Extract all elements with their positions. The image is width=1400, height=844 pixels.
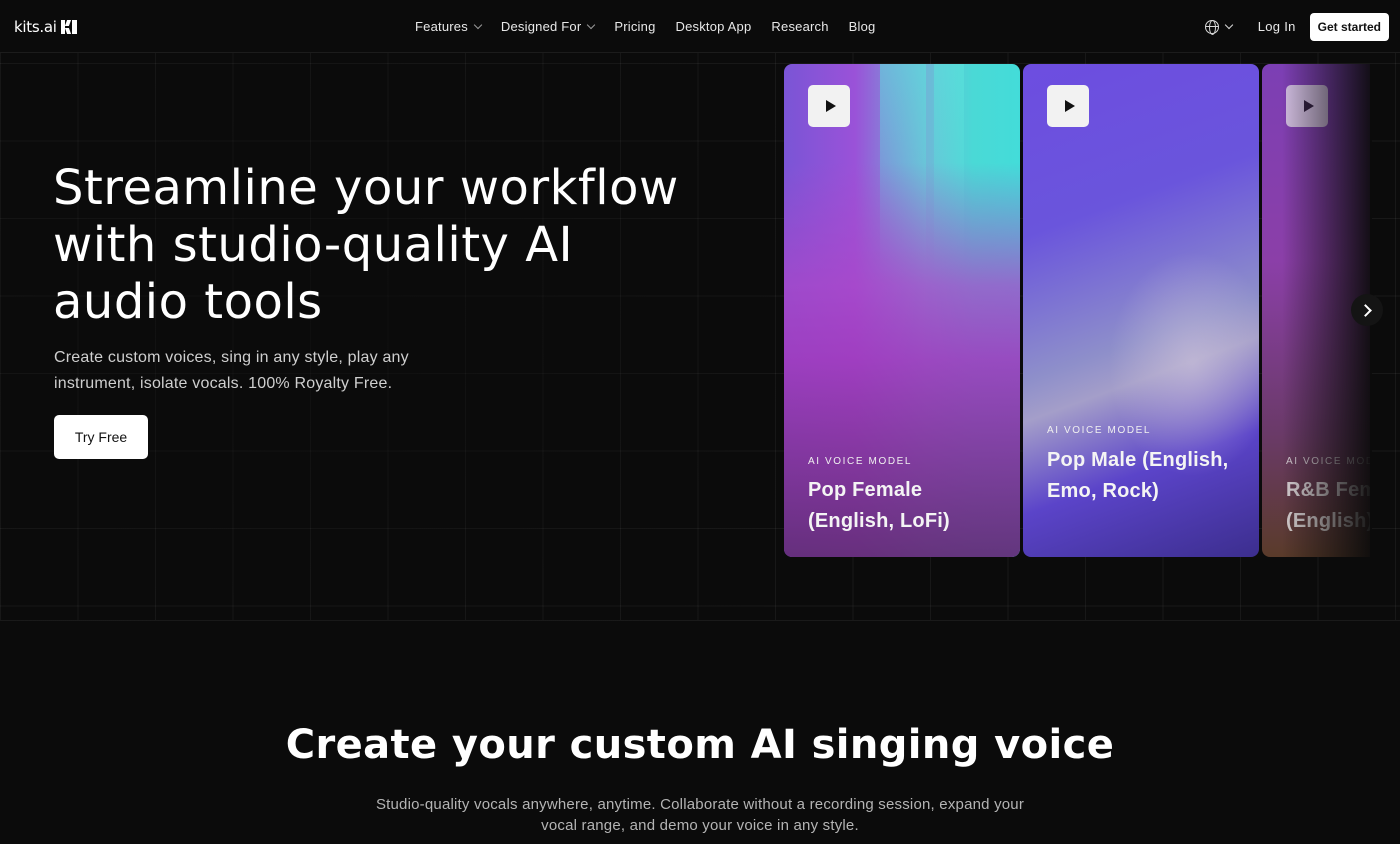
card-category-label: AI VOICE MODEL (1047, 425, 1152, 436)
login-link[interactable]: Log In (1258, 19, 1296, 34)
card-category-label: AI VOICE MODEL (808, 456, 913, 467)
section-title: Create your custom AI singing voice (285, 722, 1115, 768)
nav-desktop-app[interactable]: Desktop App (676, 19, 752, 34)
logo[interactable]: kits.ai (14, 18, 77, 36)
nav-features-label: Features (415, 19, 468, 34)
hero-title: Streamline your workflow with studio-qua… (53, 160, 679, 330)
logo-mark-icon (60, 20, 77, 34)
voice-card-pop-male[interactable]: AI VOICE MODEL Pop Male (English, Emo, R… (1023, 64, 1259, 557)
card-title: Pop Male (English, Emo, Rock) (1047, 449, 1229, 502)
nav-blog[interactable]: Blog (849, 19, 876, 34)
nav-desktop-app-label: Desktop App (675, 19, 752, 34)
nav-pricing-label: Pricing (614, 19, 656, 34)
section-subtitle: Studio-quality vocals anywhere, anytime.… (375, 796, 1025, 834)
try-free-button[interactable]: Try Free (54, 415, 148, 459)
card-category-label: AI VOICE MODEL (1286, 456, 1370, 467)
globe-icon (1204, 19, 1219, 35)
logo-text: kits.ai (14, 18, 57, 36)
nav-features[interactable]: Features (415, 19, 483, 34)
play-button[interactable] (1047, 85, 1089, 127)
card-title: R&B Female (English) (1286, 479, 1370, 532)
nav-research[interactable]: Research (771, 19, 828, 34)
nav-research-label: Research (771, 19, 829, 34)
play-icon (1303, 100, 1314, 112)
nav-blog-label: Blog (848, 19, 876, 34)
nav-designed-for[interactable]: Designed For (500, 19, 596, 34)
card-title: Pop Female (English, LoFi) (808, 479, 950, 532)
hero-subtitle: Create custom voices, sing in any style,… (54, 349, 409, 392)
nav-links: Features Designed For Pricing Desktop Ap… (415, 0, 876, 53)
top-nav: kits.ai Features Designed For Pricing De… (0, 0, 1400, 53)
play-button[interactable] (1286, 85, 1328, 127)
voice-model-carousel: AI VOICE MODEL Pop Female (English, LoFi… (784, 64, 1370, 557)
chevron-right-icon (1359, 303, 1372, 317)
play-icon (825, 100, 836, 112)
nav-pricing[interactable]: Pricing (614, 19, 655, 34)
nav-right: Log In Get started (1204, 0, 1389, 53)
chevron-down-icon (587, 20, 596, 30)
nav-designed-for-label: Designed For (500, 19, 582, 34)
chevron-down-icon (473, 20, 483, 30)
voice-card-pop-female[interactable]: AI VOICE MODEL Pop Female (English, LoFi… (784, 64, 1020, 557)
play-button[interactable] (808, 85, 850, 127)
get-started-button[interactable]: Get started (1309, 12, 1389, 41)
carousel-next-button[interactable] (1351, 294, 1383, 326)
chevron-down-icon (1224, 20, 1233, 30)
language-selector[interactable] (1204, 19, 1233, 35)
play-icon (1064, 100, 1075, 112)
